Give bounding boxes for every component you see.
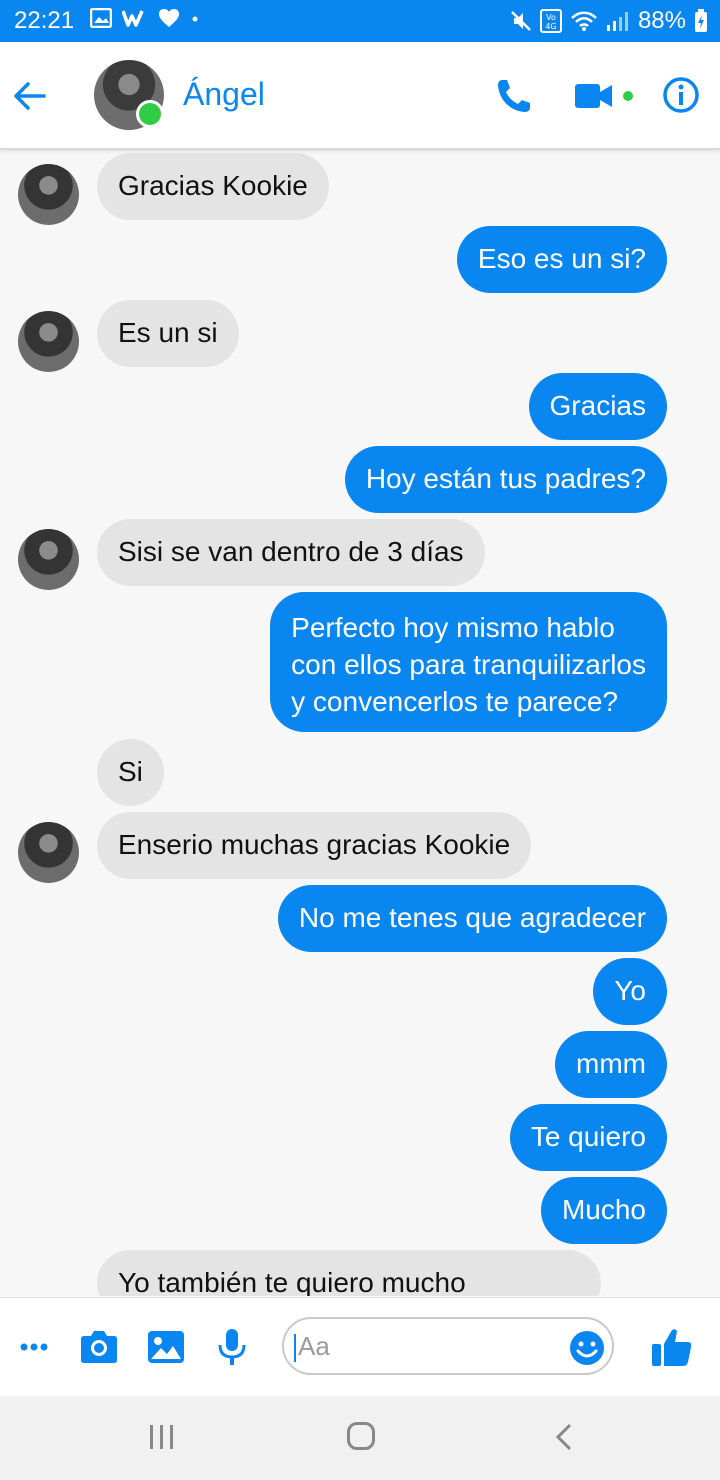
home-icon[interactable] — [347, 1422, 375, 1450]
contact-avatar-small — [18, 822, 79, 883]
status-bar: 22:21 Vo 4G 88% — [0, 0, 720, 42]
system-navigation-bar — [0, 1396, 720, 1480]
text-caret — [294, 1334, 296, 1362]
info-icon[interactable] — [662, 76, 700, 114]
conversation-header: Ángel — [0, 42, 720, 150]
battery-charging-icon — [695, 9, 707, 32]
microphone-icon[interactable] — [212, 1327, 252, 1367]
message-line: Perfecto hoy mismo hablo — [291, 612, 615, 643]
thumbs-up-icon[interactable] — [650, 1326, 694, 1368]
message-line: con ellos para tranquilizarlos — [291, 649, 646, 680]
message-bubble-outgoing[interactable]: Hoy están tus padres? — [344, 446, 667, 513]
status-time: 22:21 — [14, 7, 75, 34]
wifi-icon — [571, 11, 597, 31]
message-bubble-incoming[interactable]: Sisi se van dentro de 3 días — [97, 519, 485, 586]
contact-avatar-small — [18, 529, 79, 590]
camera-icon[interactable] — [79, 1327, 119, 1367]
message-bubble-incoming[interactable]: Gracias Kookie — [97, 153, 329, 220]
message-bubble-outgoing[interactable]: Te quiero — [509, 1104, 667, 1171]
video-active-dot — [623, 91, 633, 101]
phone-call-icon[interactable] — [494, 76, 534, 116]
gallery-icon[interactable] — [146, 1327, 186, 1367]
message-bubble-outgoing[interactable]: No me tenes que agradecer — [277, 885, 667, 952]
message-bubble-outgoing[interactable]: Perfecto hoy mismo hablo con ellos para … — [270, 592, 667, 732]
signal-icon — [606, 12, 628, 31]
contact-avatar-small — [18, 311, 79, 372]
contact-name[interactable]: Ángel — [183, 76, 265, 113]
message-bubble-outgoing[interactable]: Gracias — [528, 373, 667, 440]
volte-4g-icon: Vo4G — [539, 9, 562, 33]
message-line: y convencerlos te parece? — [291, 686, 618, 717]
message-bubble-outgoing[interactable]: Yo — [593, 958, 667, 1025]
message-bubble-outgoing[interactable]: Eso es un si? — [456, 226, 667, 293]
svg-text:Vo: Vo — [546, 13, 556, 22]
message-bubble-incoming[interactable]: Enserio muchas gracias Kookie — [97, 812, 532, 879]
more-options-icon[interactable] — [16, 1327, 56, 1367]
gallery-notification-icon — [90, 8, 112, 28]
dot-notification-icon — [192, 16, 198, 22]
back-arrow-icon[interactable] — [12, 78, 48, 114]
battery-percent: 88% — [637, 7, 686, 34]
online-status-dot — [136, 100, 164, 128]
message-input[interactable]: Aa — [282, 1317, 614, 1375]
svg-text:4G: 4G — [545, 22, 556, 31]
message-bubble-outgoing[interactable]: Mucho — [540, 1177, 667, 1244]
contact-avatar-small — [18, 164, 79, 225]
message-bubble-incoming[interactable]: Es un si — [97, 300, 239, 367]
mute-icon — [511, 11, 531, 31]
recent-apps-icon[interactable] — [147, 1424, 177, 1450]
message-bubble-outgoing[interactable]: mmm — [555, 1031, 667, 1098]
message-bubble-incoming[interactable]: Yo también te quiero mucho — [97, 1250, 601, 1296]
heart-notification-icon — [159, 9, 179, 27]
emoji-icon[interactable] — [569, 1330, 605, 1366]
message-bubble-incoming[interactable]: Si — [97, 739, 164, 806]
video-call-icon[interactable] — [574, 80, 614, 112]
message-composer: Aa — [0, 1297, 720, 1396]
message-list[interactable]: Gracias Kookie Eso es un si? Es un si Gr… — [0, 150, 720, 1296]
nav-back-icon[interactable] — [552, 1422, 576, 1452]
wattpad-notification-icon — [122, 10, 144, 27]
